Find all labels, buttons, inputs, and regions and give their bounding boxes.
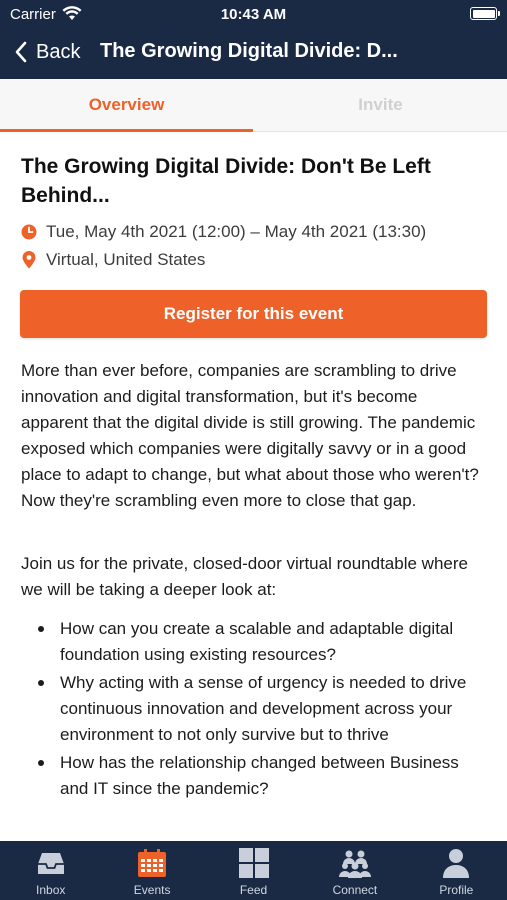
tabbar-item-events[interactable]: Events xyxy=(101,841,202,900)
description-paragraph: Join us for the private, closed-door vir… xyxy=(21,554,468,599)
tabbar-label: Profile xyxy=(439,883,474,897)
event-location: Virtual, United States xyxy=(46,250,206,269)
event-location-row: Virtual, United States xyxy=(21,250,205,270)
tabbar-label: Events xyxy=(133,883,171,897)
description-paragraph: More than ever before, companies are scr… xyxy=(21,361,479,510)
clock-icon xyxy=(21,224,37,240)
topic-list: How can you create a scalable and adapta… xyxy=(21,616,487,804)
battery-icon xyxy=(470,7,500,20)
list-item: How can you create a scalable and adapta… xyxy=(21,616,487,668)
nav-bar: Back The Growing Digital Divide: D... xyxy=(0,30,507,74)
tabbar-item-inbox[interactable]: Inbox xyxy=(0,841,101,900)
tabbar-label: Feed xyxy=(239,883,268,897)
people-icon xyxy=(338,850,371,878)
tab-invite[interactable]: Invite xyxy=(254,79,507,131)
back-label: Back xyxy=(36,40,81,63)
profile-icon xyxy=(443,849,470,878)
inbox-icon xyxy=(37,853,64,874)
event-date: Tue, May 4th 2021 (12:00) – May 4th 2021… xyxy=(46,222,427,241)
active-tab-indicator xyxy=(0,129,253,132)
list-item: How has the relationship changed between… xyxy=(21,750,487,802)
register-button[interactable]: Register for this event xyxy=(20,290,487,338)
event-title: The Growing Digital Divide: Don't Be Lef… xyxy=(21,155,431,207)
grid-icon xyxy=(238,848,269,878)
header: Carrier 10:43 AM Back The Growing Digita… xyxy=(0,0,507,79)
tab-overview[interactable]: Overview xyxy=(0,79,253,131)
tabbar-item-connect[interactable]: Connect xyxy=(304,841,405,900)
tabbar-item-profile[interactable]: Profile xyxy=(406,841,507,900)
status-bar: Carrier 10:43 AM xyxy=(0,0,507,28)
page-title: The Growing Digital Divide: D... xyxy=(100,40,398,62)
tabbar-item-feed[interactable]: Feed xyxy=(203,841,304,900)
list-item: Why acting with a sense of urgency is ne… xyxy=(21,670,487,748)
status-time: 10:43 AM xyxy=(220,6,287,23)
bottom-tab-bar: Inbox Events Feed Connect Profile xyxy=(0,841,507,900)
event-date-row: Tue, May 4th 2021 (12:00) – May 4th 2021… xyxy=(21,222,426,242)
location-pin-icon xyxy=(22,251,36,269)
back-button[interactable]: Back xyxy=(14,38,80,66)
tabbar-label: Connect xyxy=(332,883,378,897)
tabbar-label: Inbox xyxy=(36,883,66,897)
chevron-left-icon xyxy=(15,41,27,63)
calendar-icon xyxy=(138,849,167,877)
segment-tabs: Overview Invite xyxy=(0,79,507,132)
